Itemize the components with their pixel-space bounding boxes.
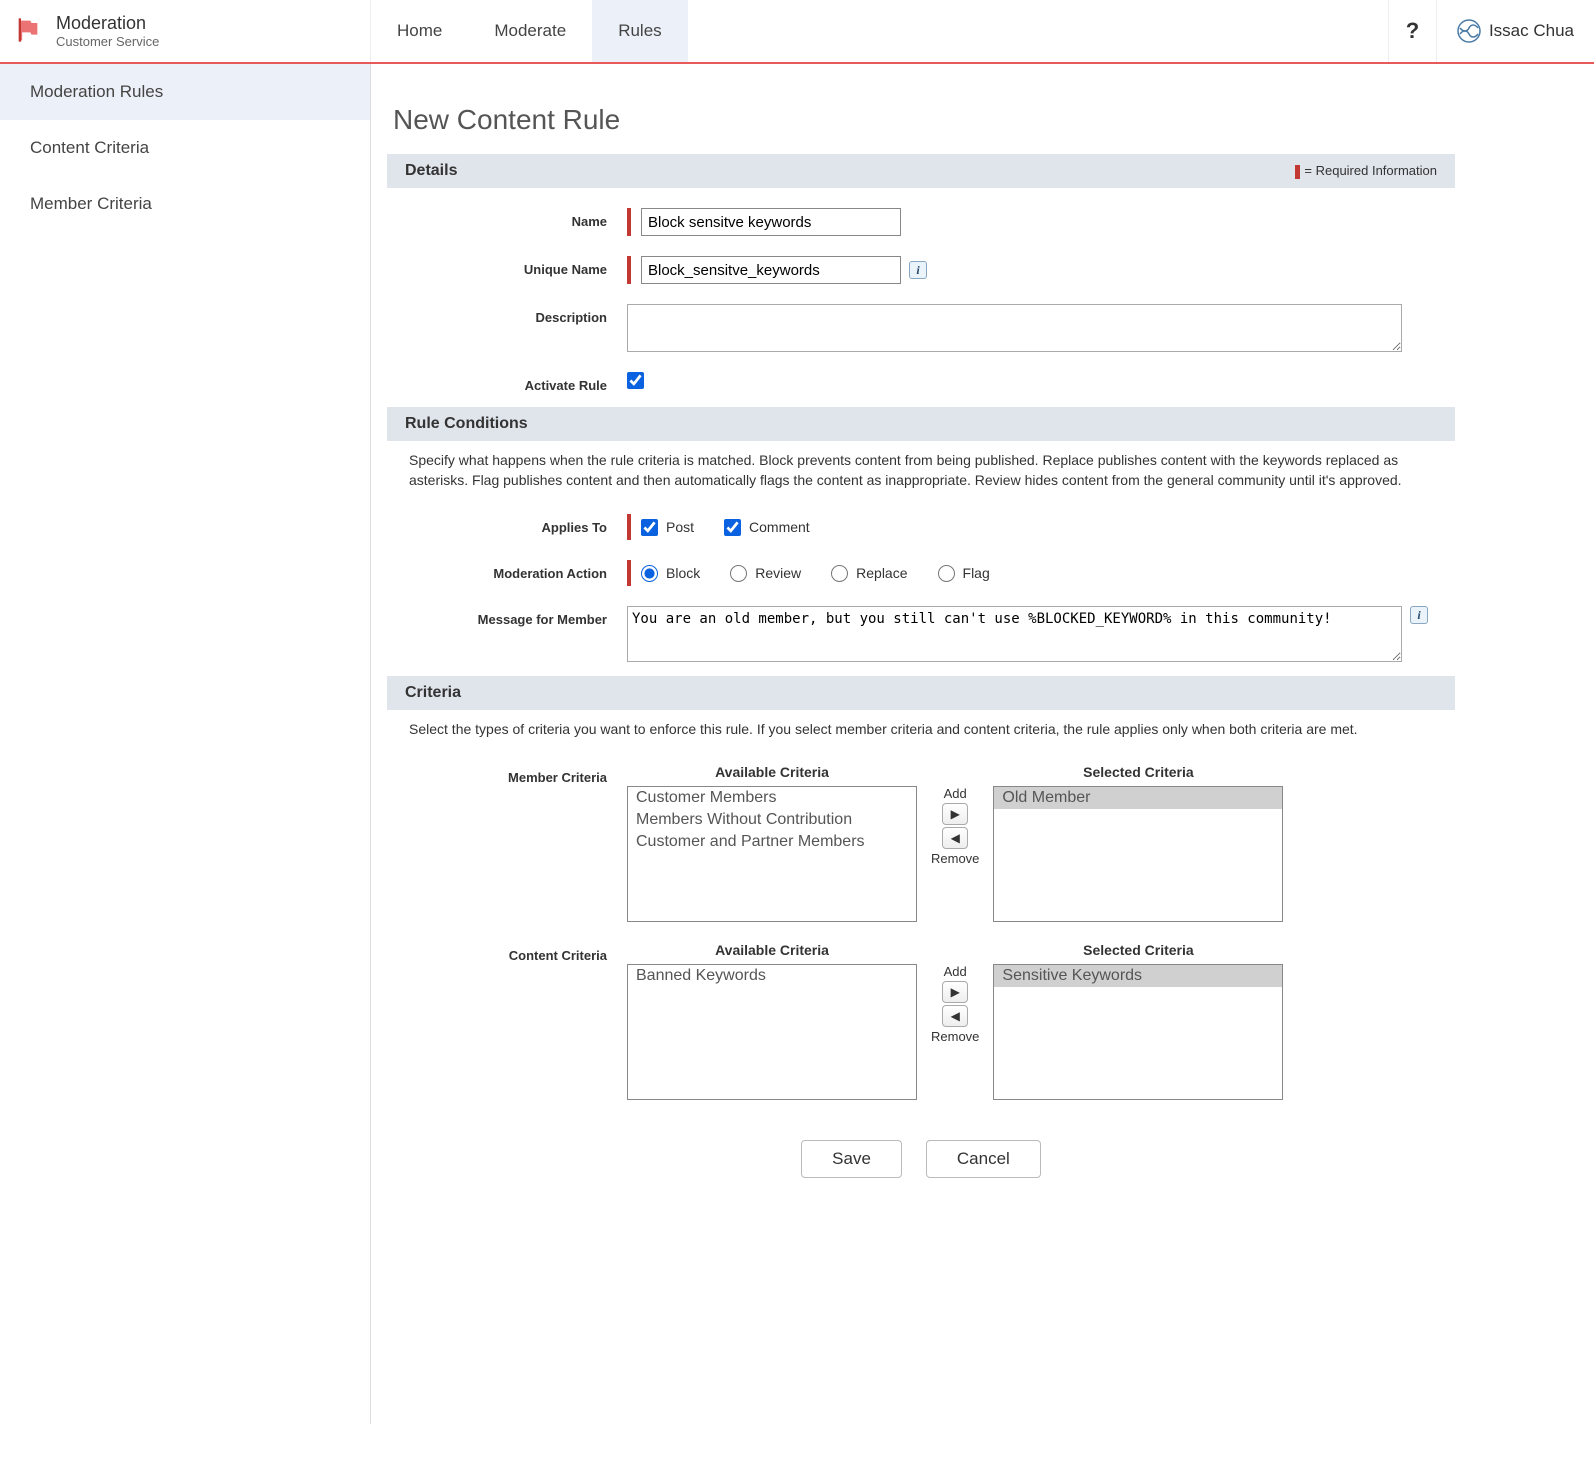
list-item[interactable]: Sensitive Keywords (994, 965, 1282, 987)
nav-home[interactable]: Home (371, 0, 468, 62)
app-header: Moderation Customer Service Home Moderat… (0, 0, 1594, 64)
triangle-left-icon: ◀ (951, 831, 960, 845)
add-label: Add (944, 964, 967, 979)
member-criteria-duallist: Available Criteria Customer Members Memb… (627, 764, 1283, 922)
action-flag-radio[interactable] (938, 565, 955, 582)
action-review-label: Review (755, 565, 801, 581)
section-conditions: Rule Conditions (387, 407, 1455, 441)
applies-post-label: Post (666, 519, 694, 535)
message-label: Message for Member (387, 606, 627, 627)
section-details-title: Details (405, 162, 457, 180)
action-review-radio[interactable] (730, 565, 747, 582)
save-button[interactable]: Save (801, 1140, 902, 1178)
remove-button[interactable]: ◀ (942, 1005, 968, 1027)
section-details: Details = Required Information (387, 154, 1455, 188)
selected-title: Selected Criteria (1083, 764, 1194, 780)
unique-name-label: Unique Name (387, 256, 627, 277)
page-title: New Content Rule (393, 104, 1455, 136)
action-label: Moderation Action (387, 560, 627, 581)
triangle-right-icon: ▶ (951, 985, 960, 999)
nav-rules[interactable]: Rules (592, 0, 687, 62)
message-input[interactable] (627, 606, 1402, 662)
required-bar-icon (627, 208, 631, 236)
list-item[interactable]: Banned Keywords (628, 965, 916, 987)
action-flag-label: Flag (963, 565, 990, 581)
info-icon[interactable]: i (909, 261, 927, 279)
applies-label: Applies To (387, 514, 627, 535)
name-label: Name (387, 208, 627, 229)
remove-label: Remove (931, 851, 979, 866)
available-title: Available Criteria (715, 764, 829, 780)
list-item[interactable]: Members Without Contribution (628, 809, 916, 831)
unique-name-input[interactable] (641, 256, 901, 284)
add-button[interactable]: ▶ (942, 803, 968, 825)
activate-label: Activate Rule (387, 372, 627, 393)
applies-comment-label: Comment (749, 519, 810, 535)
content-criteria-label: Content Criteria (387, 942, 627, 963)
info-icon[interactable]: i (1410, 606, 1428, 624)
section-conditions-title: Rule Conditions (405, 415, 528, 433)
triangle-right-icon: ▶ (951, 807, 960, 821)
add-button[interactable]: ▶ (942, 981, 968, 1003)
remove-label: Remove (931, 1029, 979, 1044)
nav-moderate[interactable]: Moderate (468, 0, 592, 62)
description-input[interactable] (627, 304, 1402, 352)
brand: Moderation Customer Service (0, 0, 370, 62)
sidebar-item-member-criteria[interactable]: Member Criteria (0, 176, 370, 232)
sidebar: Moderation Rules Content Criteria Member… (0, 64, 370, 1424)
applies-post-checkbox[interactable] (641, 519, 658, 536)
member-selected-list[interactable]: Old Member (993, 786, 1283, 922)
applies-comment-checkbox[interactable] (724, 519, 741, 536)
main-content: New Content Rule Details = Required Info… (370, 64, 1594, 1424)
footer-buttons: Save Cancel (387, 1140, 1455, 1178)
list-item[interactable]: Old Member (994, 787, 1282, 809)
globe-icon (1457, 19, 1481, 43)
section-criteria-title: Criteria (405, 684, 461, 702)
section-criteria: Criteria (387, 676, 1455, 710)
brand-title: Moderation (56, 13, 159, 34)
content-selected-list[interactable]: Sensitive Keywords (993, 964, 1283, 1100)
content-criteria-duallist: Available Criteria Banned Keywords Add ▶… (627, 942, 1283, 1100)
user-name: Issac Chua (1489, 21, 1574, 41)
action-block-radio[interactable] (641, 565, 658, 582)
list-item[interactable]: Customer Members (628, 787, 916, 809)
available-title: Available Criteria (715, 942, 829, 958)
brand-subtitle: Customer Service (56, 34, 159, 49)
help-icon[interactable]: ? (1388, 0, 1436, 62)
name-input[interactable] (641, 208, 901, 236)
required-note: = Required Information (1295, 163, 1437, 179)
sidebar-item-content-criteria[interactable]: Content Criteria (0, 120, 370, 176)
required-bar-icon (627, 514, 631, 540)
sidebar-item-moderation-rules[interactable]: Moderation Rules (0, 64, 370, 120)
action-replace-label: Replace (856, 565, 907, 581)
list-item[interactable]: Customer and Partner Members (628, 831, 916, 853)
required-bar-icon (627, 560, 631, 586)
top-nav: Home Moderate Rules (370, 0, 688, 62)
required-bar-icon (627, 256, 631, 284)
selected-title: Selected Criteria (1083, 942, 1194, 958)
criteria-help: Select the types of criteria you want to… (387, 710, 1455, 750)
user-menu[interactable]: Issac Chua (1436, 0, 1594, 62)
flag-icon (14, 16, 42, 47)
member-criteria-label: Member Criteria (387, 764, 627, 785)
cancel-button[interactable]: Cancel (926, 1140, 1041, 1178)
remove-button[interactable]: ◀ (942, 827, 968, 849)
triangle-left-icon: ◀ (951, 1009, 960, 1023)
conditions-help: Specify what happens when the rule crite… (387, 441, 1455, 500)
description-label: Description (387, 304, 627, 325)
member-available-list[interactable]: Customer Members Members Without Contrib… (627, 786, 917, 922)
action-replace-radio[interactable] (831, 565, 848, 582)
action-block-label: Block (666, 565, 700, 581)
content-available-list[interactable]: Banned Keywords (627, 964, 917, 1100)
add-label: Add (944, 786, 967, 801)
activate-checkbox[interactable] (627, 372, 644, 389)
